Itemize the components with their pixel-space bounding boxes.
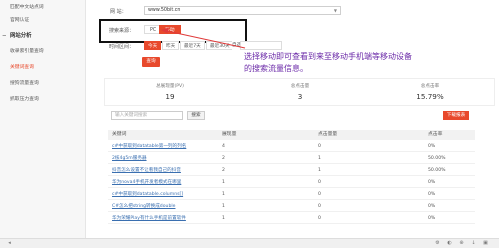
sidebar-item-index-query[interactable]: 收录索引量查询	[0, 46, 86, 57]
sidebar-item-match-chinese-site[interactable]: 匹配中文站点词	[0, 2, 86, 13]
source-mobile-button[interactable]: 移动	[159, 25, 181, 34]
time-today-button[interactable]: 今天	[144, 41, 162, 50]
ctr-cell: 0%	[428, 144, 436, 149]
ctr-cell: 0%	[428, 216, 436, 221]
clicks-cell: 0	[318, 144, 321, 149]
ctr-cell: 50.00%	[428, 168, 446, 173]
chevron-down-icon: ▼	[333, 8, 337, 13]
pv-cell: 1	[222, 204, 225, 209]
table-row: 华为荣耀Play有什么手机是前置软件 1 0 0%	[108, 213, 475, 224]
download-report-button[interactable]: 下载报表	[443, 111, 469, 120]
time-7days-button[interactable]: 最近7天	[180, 41, 205, 50]
clicks-cell: 1	[318, 156, 321, 161]
stat-clicks-label: 总点击量	[290, 84, 310, 89]
pv-cell: 2	[222, 156, 225, 161]
search-button[interactable]: 搜索	[187, 111, 205, 120]
settings-icon[interactable]: ⚙	[434, 240, 441, 247]
table-row: 2核4g5m服务器 2 1 50.00%	[108, 153, 475, 164]
stat-ctr: 总点击率 15.79%	[365, 79, 495, 107]
pv-cell: 1	[222, 216, 225, 221]
sidebar-item-sogou-traffic[interactable]: 搜狗流量查询	[0, 78, 86, 89]
stat-pv-value: 19	[165, 92, 175, 101]
ctr-cell: 0%	[428, 180, 436, 185]
th-keyword: 关键词	[112, 132, 127, 137]
source-label: 搜索来源：	[109, 28, 135, 34]
ctr-cell: 0%	[428, 204, 436, 209]
time-yesterday-button[interactable]: 昨天	[162, 41, 180, 50]
fullscreen-icon[interactable]: ▣	[482, 240, 489, 247]
sidebar-item-official-verify[interactable]: 官网认证	[0, 15, 86, 26]
pv-cell: 2	[222, 168, 225, 173]
site-select[interactable]: www.50bit.cn ▼	[144, 6, 341, 15]
sidebar-section-label: 网站分析	[10, 33, 32, 39]
ctr-cell: 0%	[428, 192, 436, 197]
keyword-link[interactable]: 抖音怎么设置不让看我自己的抖音	[112, 165, 181, 176]
sidebar: 匹配中文站点词 官网认证 − 网站分析 收录索引量查询 关键词查询 搜狗流量查询 …	[0, 0, 86, 238]
th-pv: 展现量	[222, 132, 237, 137]
time-30days-button[interactable]: 最近30天	[206, 41, 234, 50]
pv-cell: 1	[222, 192, 225, 197]
clicks-cell: 0	[318, 180, 321, 185]
ctr-cell: 50.00%	[428, 156, 446, 161]
keyword-link[interactable]: C#怎么把string转换成double	[112, 201, 175, 212]
keyword-link[interactable]: c#中获取到datatable.columns[]	[112, 189, 183, 200]
date-range-input[interactable]	[240, 41, 282, 50]
bottom-toolbar: ◂ ⚙ ◐ ⊕ ↓ ▣	[0, 238, 499, 248]
stat-clicks: 总点击量 3	[235, 79, 365, 107]
table-row: c#中获取到datatable第一列的列名 4 0 0%	[108, 141, 475, 152]
keyword-link[interactable]: 2核4g5m服务器	[112, 153, 147, 164]
download-icon[interactable]: ↓	[470, 240, 477, 247]
table-header: 关键词 展现量 点击量量 点击率	[108, 130, 475, 140]
th-clicks: 点击量量	[318, 132, 338, 137]
main-content: 网 站： www.50bit.cn ▼ 搜索来源： PC 移动 时间区间： 今天…	[86, 0, 499, 238]
site-label: 网 站：	[110, 9, 127, 15]
query-button[interactable]: 查询	[142, 57, 160, 67]
clicks-cell: 0	[318, 204, 321, 209]
stat-pv: 总展现量(PV) 19	[105, 79, 235, 107]
sidebar-item-keyword-query[interactable]: 关键词查询	[0, 62, 86, 73]
stat-pv-label: 总展现量(PV)	[156, 84, 184, 89]
keyword-search-input[interactable]: 输入关键词搜索	[111, 111, 183, 120]
th-ctr: 点击率	[428, 132, 443, 137]
stat-ctr-value: 15.79%	[416, 92, 444, 101]
clicks-cell: 0	[318, 216, 321, 221]
table-row: C#怎么把string转换成double 1 0 0%	[108, 201, 475, 212]
keyword-link[interactable]: 华为荣耀Play有什么手机是前置软件	[112, 213, 186, 224]
clicks-cell: 0	[318, 192, 321, 197]
site-select-value: www.50bit.cn	[148, 8, 181, 13]
pv-cell: 1	[222, 180, 225, 185]
table-row: c#中获取到datatable.columns[] 1 0 0%	[108, 189, 475, 200]
chevron-down-icon: −	[2, 33, 7, 39]
time-range-label: 时间区间：	[109, 44, 135, 50]
keyword-link[interactable]: 华为nova4手机开发者模式在哪里	[112, 177, 181, 188]
pv-cell: 4	[222, 144, 225, 149]
stat-clicks-value: 3	[297, 92, 303, 101]
annotation-text: 选择移动即可查看到来至移动手机端等移动设备的搜索流量信息。	[244, 52, 412, 73]
stats-panel: 总展现量(PV) 19 总点击量 3 总点击率 15.79%	[104, 78, 495, 106]
clicks-cell: 1	[318, 168, 321, 173]
sidebar-section-site-analysis[interactable]: − 网站分析	[0, 31, 86, 42]
table-row: 抖音怎么设置不让看我自己的抖音 2 1 50.00%	[108, 165, 475, 176]
sound-icon[interactable]: ◐	[446, 240, 453, 247]
left-arrow-icon[interactable]: ◂	[6, 240, 13, 247]
table-row: 华为nova4手机开发者模式在哪里 1 0 0%	[108, 177, 475, 188]
share-icon[interactable]: ⊕	[458, 240, 465, 247]
sidebar-item-crawl-pressure[interactable]: 抓取压力查询	[0, 94, 86, 105]
keyword-link[interactable]: c#中获取到datatable第一列的列名	[112, 141, 186, 152]
stat-ctr-label: 总点击率	[420, 84, 440, 89]
